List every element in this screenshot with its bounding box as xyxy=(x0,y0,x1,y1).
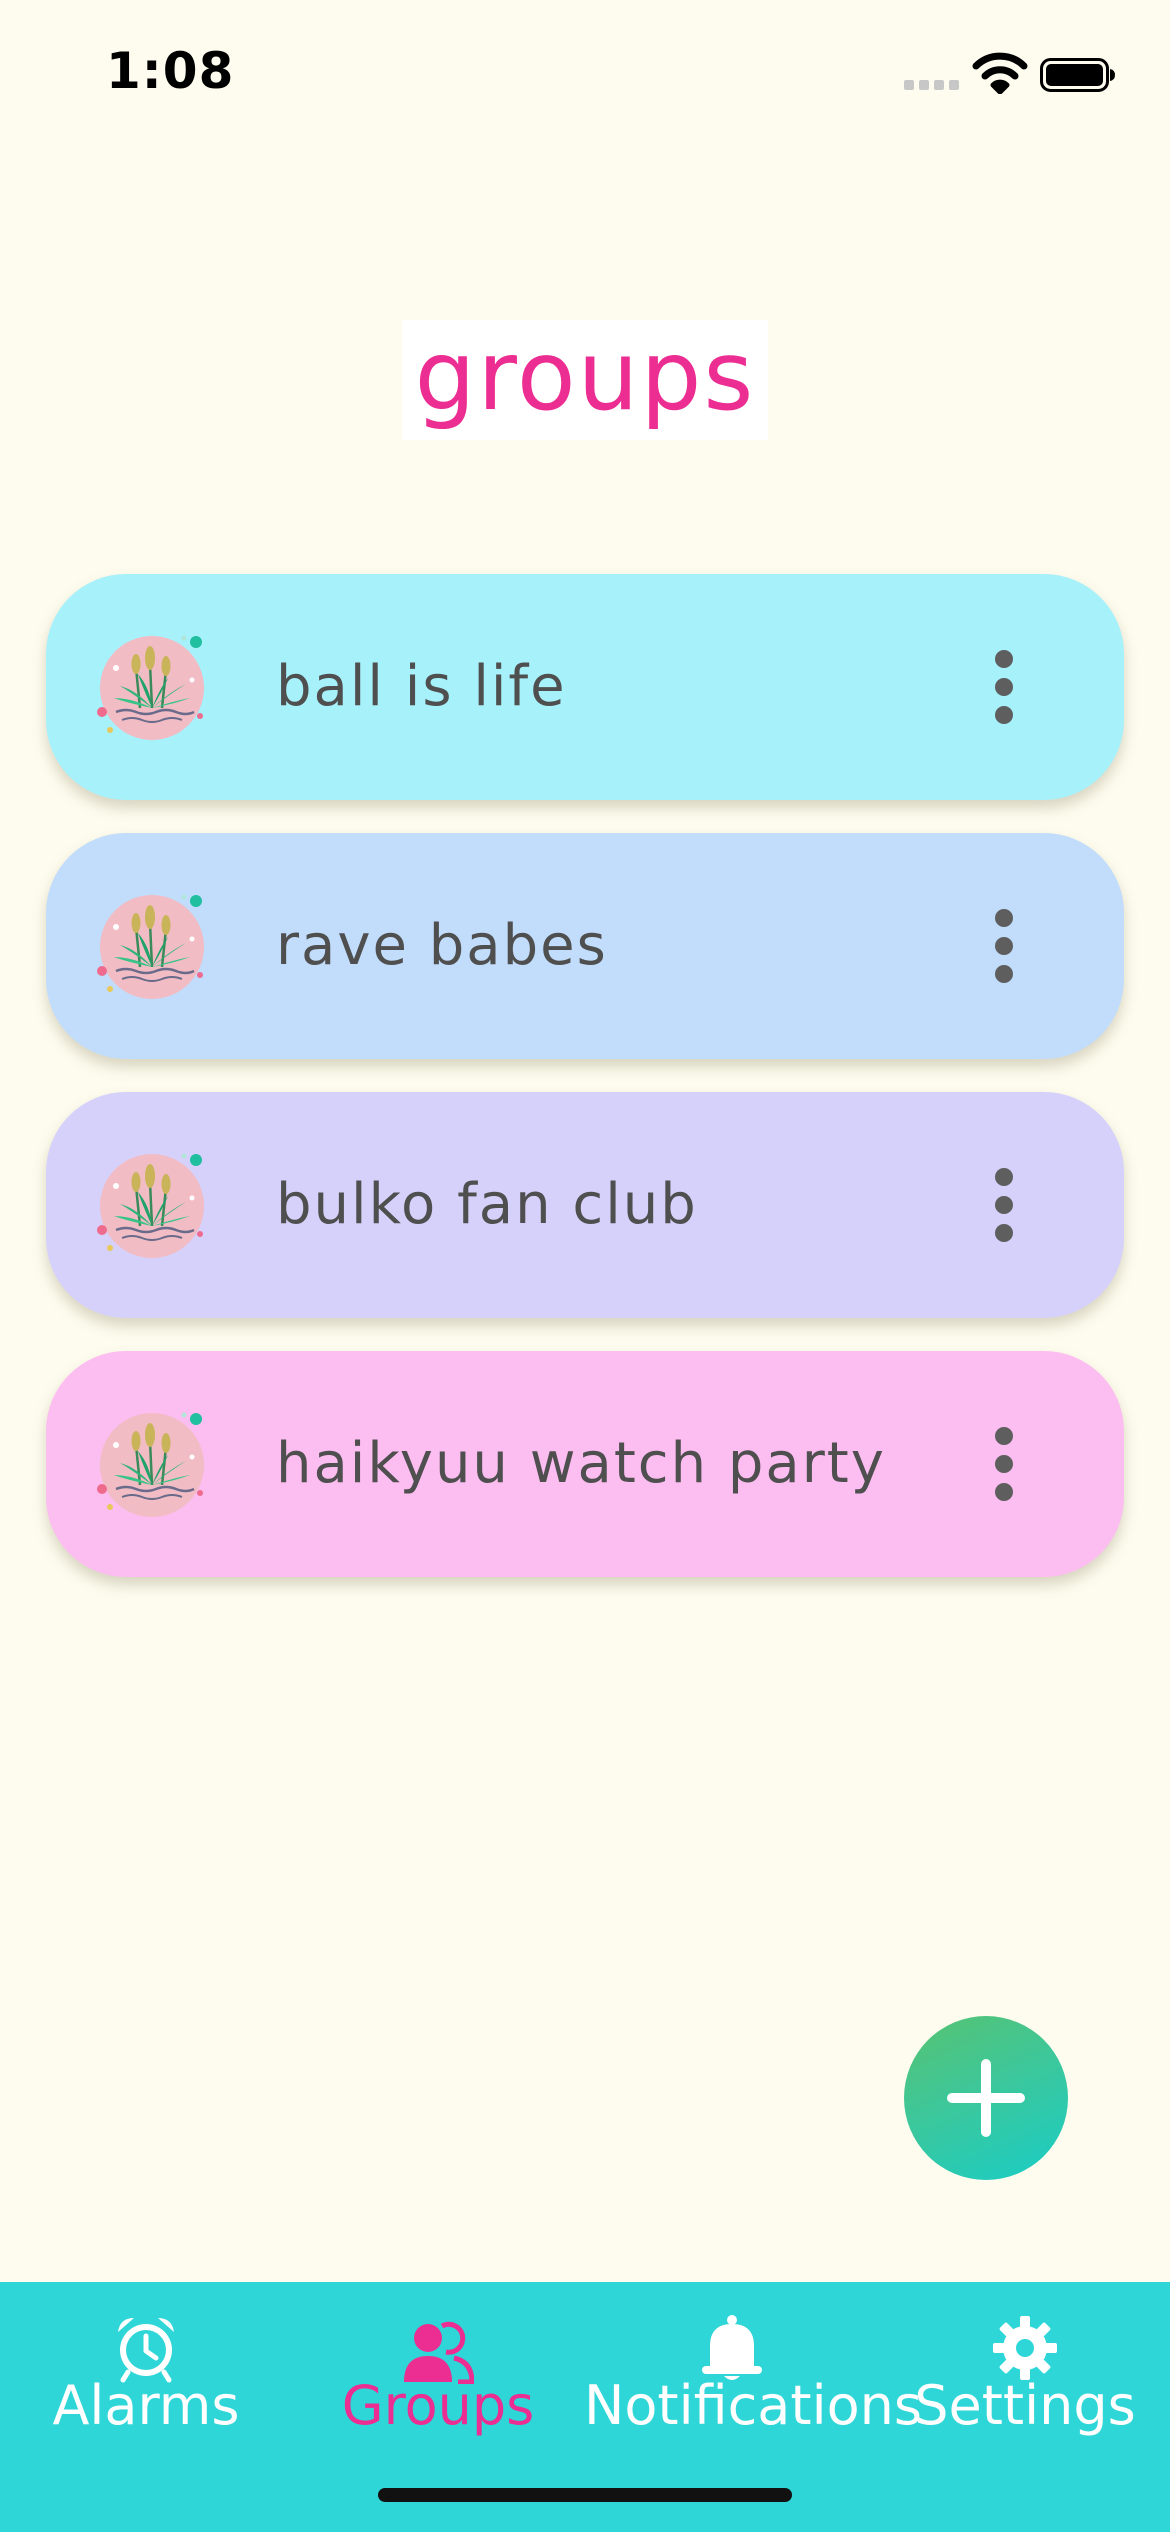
group-name: bulko fan club xyxy=(276,1172,698,1237)
plus-icon xyxy=(947,2059,1025,2137)
home-indicator[interactable] xyxy=(378,2488,792,2502)
battery-icon xyxy=(1040,58,1115,92)
tab-alarms[interactable]: Alarms xyxy=(0,2282,292,2482)
tab-notifications[interactable]: Notifications xyxy=(584,2282,922,2482)
group-card[interactable]: haikyuu watch party xyxy=(46,1351,1124,1577)
cellular-signal-icon xyxy=(904,80,960,92)
tab-label: Alarms xyxy=(52,2374,240,2437)
group-card[interactable]: bulko fan club xyxy=(46,1092,1124,1318)
page-title: groups xyxy=(414,320,756,432)
group-card[interactable]: ball is life xyxy=(46,574,1124,800)
group-name: ball is life xyxy=(276,654,567,719)
wifi-icon xyxy=(972,52,1028,94)
tab-settings[interactable]: Settings xyxy=(880,2282,1170,2482)
tab-label: Groups xyxy=(341,2374,535,2437)
status-time: 1:08 xyxy=(106,42,235,100)
more-vertical-icon[interactable] xyxy=(984,1427,1024,1501)
tab-label: Settings xyxy=(914,2374,1136,2437)
status-bar: 1:08 xyxy=(0,0,1170,150)
reeds-pond-icon xyxy=(97,1153,204,1258)
reeds-pond-icon xyxy=(97,635,204,740)
tab-label: Notifications xyxy=(584,2374,922,2437)
add-group-button[interactable] xyxy=(904,2016,1068,2180)
page-title-container: groups xyxy=(402,320,768,440)
more-vertical-icon[interactable] xyxy=(984,1168,1024,1242)
group-name: rave babes xyxy=(276,913,608,978)
group-name: haikyuu watch party xyxy=(276,1431,886,1496)
tab-groups[interactable]: Groups xyxy=(292,2282,584,2482)
group-card[interactable]: rave babes xyxy=(46,833,1124,1059)
reeds-pond-icon xyxy=(97,894,204,999)
more-vertical-icon[interactable] xyxy=(984,650,1024,724)
more-vertical-icon[interactable] xyxy=(984,909,1024,983)
reeds-pond-icon xyxy=(97,1412,204,1517)
